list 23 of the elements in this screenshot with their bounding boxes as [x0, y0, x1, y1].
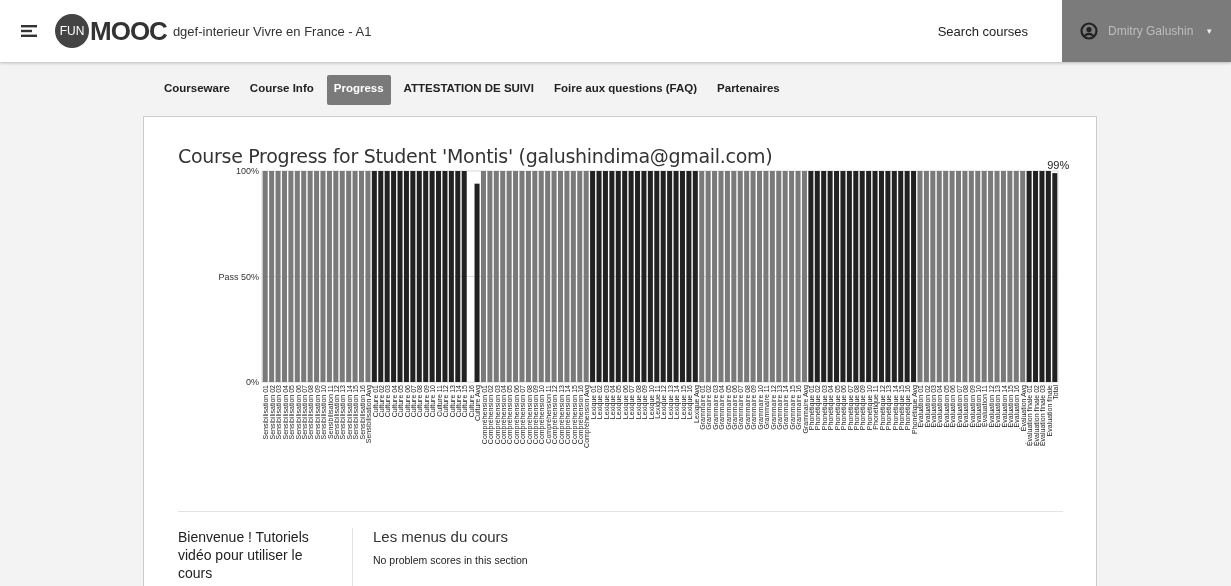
course-tab[interactable]: Foire aux questions (FAQ): [546, 75, 705, 105]
search-link[interactable]: Search courses: [937, 23, 1028, 39]
chapter-title: Bienvenue ! Tutoriels vidéo pour utiliser le cours: [178, 528, 353, 586]
course-tab[interactable]: Progress: [326, 75, 391, 105]
total-percent: 99%: [1047, 159, 1070, 172]
logo-badge: FUN: [55, 14, 89, 48]
user-icon: [1080, 22, 1098, 40]
user-name: Dmitry Galushin: [1108, 24, 1194, 38]
course-tab[interactable]: Course Info: [242, 75, 321, 105]
progress-title: Course Progress for Student 'Montis' (galushindima@gmail.com): [178, 145, 773, 167]
course-tab[interactable]: ATTESTATION DE SUIVI: [396, 75, 541, 105]
menu-icon[interactable]: [21, 25, 37, 37]
section-title: Les menus du cours: [373, 528, 510, 545]
caret-icon: ▾: [1207, 26, 1213, 36]
user-menu[interactable]: Dmitry Galushin ▾: [1062, 0, 1231, 62]
axis-tick-label: 0%: [246, 377, 259, 387]
axis-tick-label: 100%: [235, 166, 259, 176]
course-title: dgef-interieur Vivre en France - A1: [172, 23, 372, 39]
section-note: No problem scores in this section: [373, 554, 528, 566]
axis-tick-label: Pass 50%: [218, 271, 259, 282]
logo-wordmark: MOOC: [90, 15, 167, 47]
course-tab[interactable]: Partenaires: [710, 75, 787, 105]
course-tab[interactable]: Courseware: [157, 75, 237, 105]
